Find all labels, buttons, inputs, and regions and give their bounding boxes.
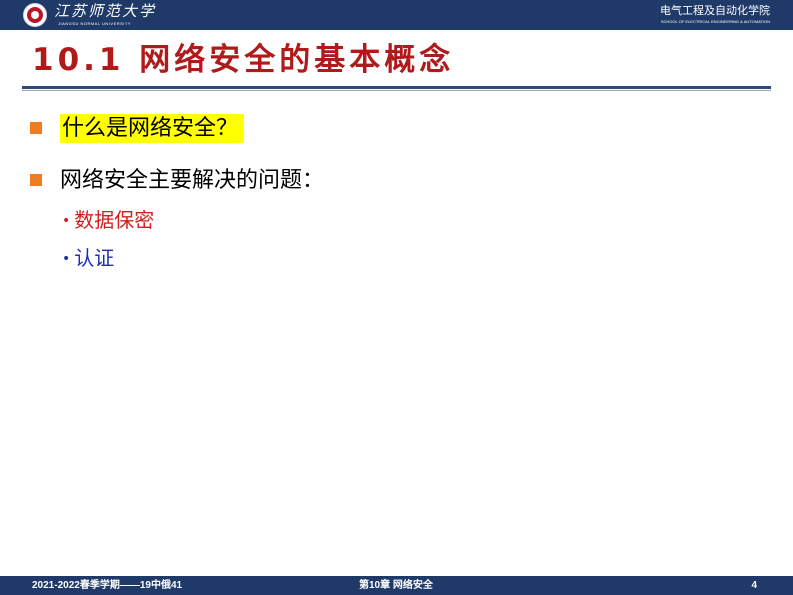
university-name-cn: 江苏师范大学 xyxy=(54,2,157,20)
dot-bullet-icon: • xyxy=(62,251,71,267)
university-seal-icon xyxy=(23,3,47,27)
title-divider-thin xyxy=(22,90,771,91)
sub-item-authentication: • 认证 xyxy=(62,246,114,270)
bullet-text: 网络安全主要解决的问题： xyxy=(60,168,325,193)
sub-item-text: 认证 xyxy=(74,246,115,270)
square-bullet-icon xyxy=(30,122,42,134)
dot-bullet-icon: • xyxy=(62,213,71,229)
bullet-text: 什么是网络安全？ xyxy=(60,114,245,143)
footer-bar: 2021-2022春季学期——19中俄41 第10章 网络安全 4 xyxy=(0,576,793,595)
footer-chapter: 第10章 网络安全 xyxy=(359,580,433,591)
page-number: 4 xyxy=(751,580,757,591)
sub-item-data-confidentiality: • 数据保密 xyxy=(62,208,154,232)
school-name-en: SCHOOL OF ELECTRICAL ENGINEERING & AUTOM… xyxy=(660,19,770,24)
title-divider xyxy=(22,86,771,89)
square-bullet-icon xyxy=(30,174,42,186)
top-header-bar: 江苏师范大学 JIANGSU NORMAL UNIVERSITY 电气工程及自动… xyxy=(0,0,793,30)
school-name-cn: 电气工程及自动化学院 xyxy=(660,4,770,17)
footer-course-info: 2021-2022春季学期——19中俄41 xyxy=(32,580,183,591)
university-name-en: JIANGSU NORMAL UNIVERSITY xyxy=(58,21,132,26)
slide-title: 10.1 网络安全的基本概念 xyxy=(32,42,455,78)
sub-item-text: 数据保密 xyxy=(74,208,155,232)
